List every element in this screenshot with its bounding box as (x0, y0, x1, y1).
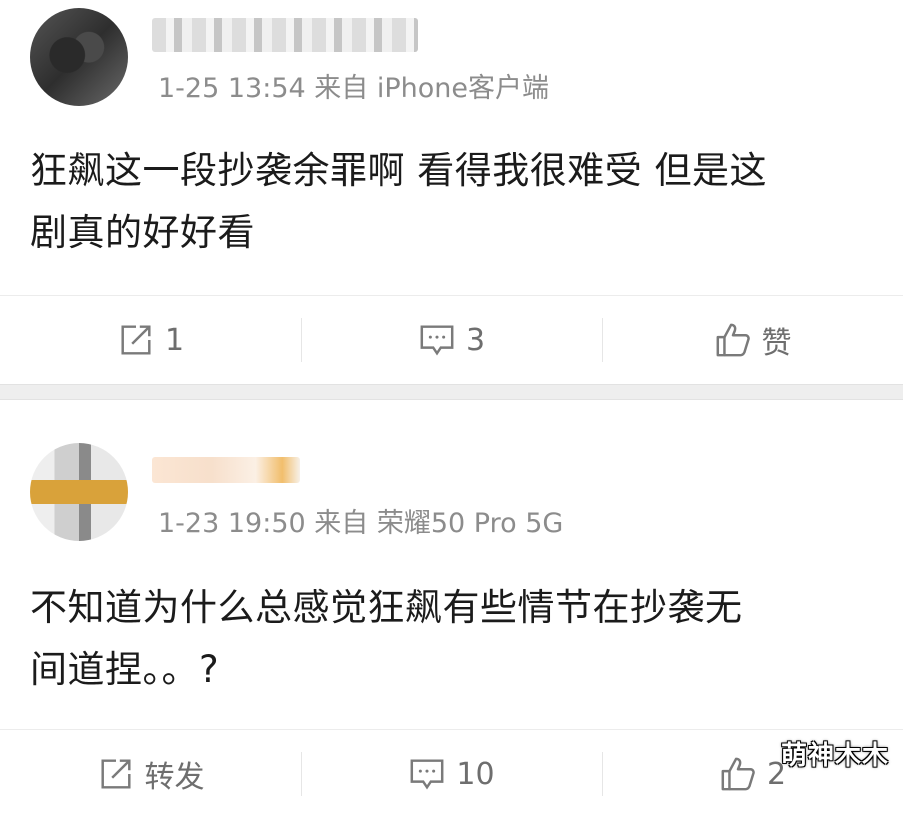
action-bar: 1 3 赞 (0, 295, 903, 384)
repost-button[interactable]: 转发 (0, 730, 301, 818)
like-label: 赞 (761, 326, 792, 361)
comment-text: 不知道为什么总感觉狂飙有些情节在抄袭无 间道捏。。? (30, 577, 863, 701)
comment-text-line: 狂飙这一段抄袭余罪啊 看得我很难受 但是这 (30, 149, 768, 192)
repost-count: 1 (164, 322, 185, 358)
repost-button[interactable]: 1 (0, 296, 301, 384)
comment-card-2: 1-23 19:50 来自 荣耀50 Pro 5G 不知道为什么总感觉狂飙有些情… (0, 400, 903, 796)
repost-label: 转发 (144, 760, 205, 795)
comment-icon (408, 755, 446, 793)
post-meta: 1-25 13:54 来自 iPhone客户端 (158, 73, 549, 104)
avatar[interactable] (30, 443, 128, 541)
watermark: 萌神木木 (780, 741, 889, 771)
username-blurred[interactable] (152, 18, 418, 52)
comment-count: 10 (456, 756, 495, 792)
avatar[interactable] (30, 8, 128, 106)
comment-button[interactable]: 3 (301, 296, 602, 384)
like-icon (719, 755, 757, 793)
like-button[interactable]: 赞 (602, 296, 903, 384)
comment-card-1: 1-25 13:54 来自 iPhone客户端 狂飙这一段抄袭余罪啊 看得我很难… (0, 0, 903, 384)
comment-text-line: 间道捏。。? (30, 648, 220, 691)
like-icon (714, 321, 752, 359)
comment-text-line: 剧真的好好看 (30, 211, 255, 254)
repost-icon (97, 755, 135, 793)
username-blurred[interactable] (152, 457, 300, 483)
repost-icon (117, 321, 155, 359)
comment-count: 3 (465, 322, 486, 358)
comment-text: 狂飙这一段抄袭余罪啊 看得我很难受 但是这 剧真的好好看 (30, 140, 863, 264)
section-divider (0, 384, 903, 400)
post-meta: 1-23 19:50 来自 荣耀50 Pro 5G (158, 508, 564, 539)
comment-button[interactable]: 10 (301, 730, 602, 818)
action-bar: 转发 10 2 (0, 729, 903, 818)
comment-text-line: 不知道为什么总感觉狂飙有些情节在抄袭无 (30, 586, 743, 629)
comment-icon (418, 321, 456, 359)
